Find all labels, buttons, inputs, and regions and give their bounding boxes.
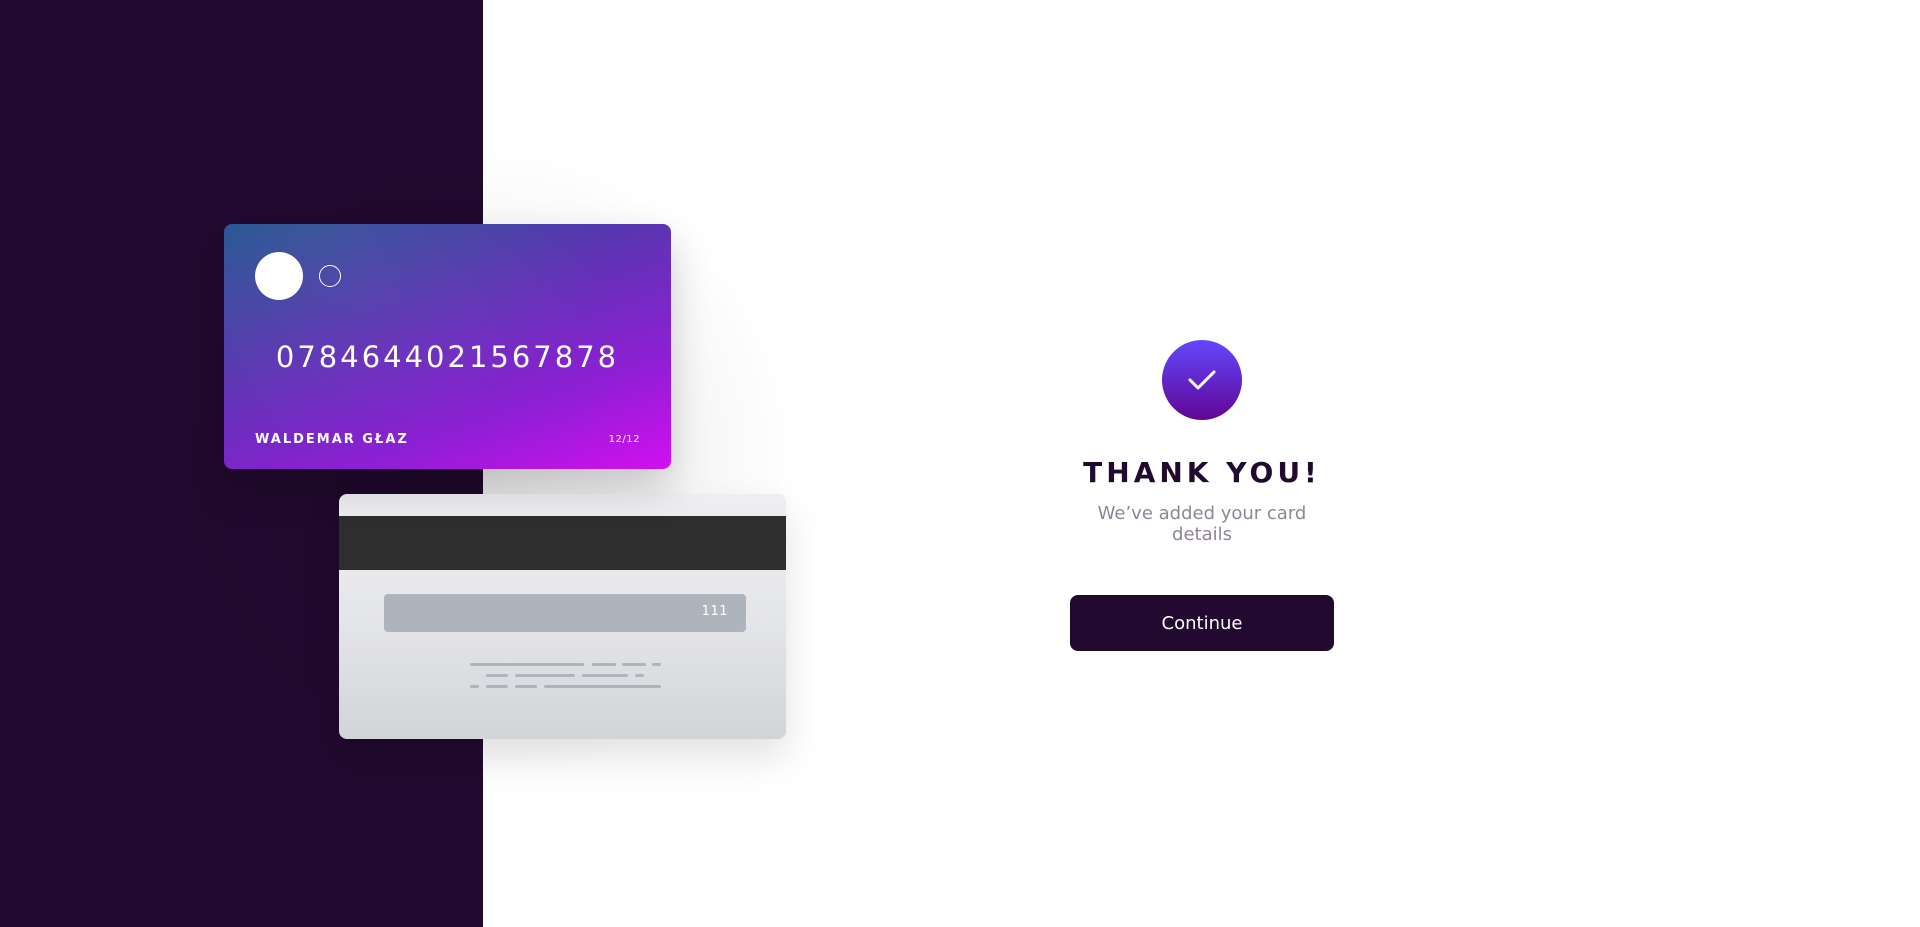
continue-button[interactable]: Continue (1070, 595, 1334, 651)
fine-print-line (470, 685, 479, 688)
fine-print-line (652, 663, 661, 666)
card-front: 0784644021567878 WALDEMAR GŁAZ 12/12 (224, 224, 671, 469)
confirmation-subtitle: We’ve added your card details (1097, 503, 1307, 545)
card-logo-filled-circle (255, 252, 303, 300)
card-fine-print (339, 494, 786, 739)
fine-print-line (622, 663, 646, 666)
fine-print-line (515, 685, 537, 688)
card-number: 0784644021567878 (275, 340, 620, 374)
fine-print-line (635, 674, 644, 677)
fine-print-line (470, 663, 584, 666)
page: 111 0784644021567878 WALDEMAR GŁAZ 12/12 (0, 0, 1920, 927)
card-back: 111 (339, 494, 786, 739)
card-logo-outline-circle (319, 265, 341, 287)
check-icon (1188, 370, 1216, 390)
card-holder-name: WALDEMAR GŁAZ (255, 432, 409, 447)
fine-print-line (582, 674, 628, 677)
card-expiry: 12/12 (608, 434, 640, 445)
confirmation-panel: THANK YOU! We’ve added your card details… (1070, 340, 1334, 651)
success-badge (1162, 340, 1242, 420)
fine-print-line (592, 663, 616, 666)
fine-print-line (515, 674, 575, 677)
thank-you-heading: THANK YOU! (1083, 456, 1321, 489)
fine-print-line (486, 685, 508, 688)
fine-print-line (544, 685, 661, 688)
fine-print-line (486, 674, 508, 677)
